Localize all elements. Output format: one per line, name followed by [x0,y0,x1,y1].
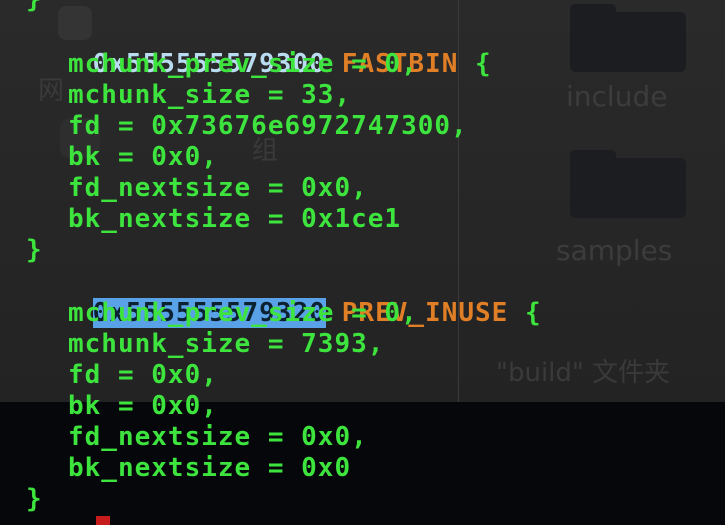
prompt-fragment [96,516,110,525]
chunk-field: fd_nextsize = 0x0, [68,173,368,203]
chunk-field: bk = 0x0, [68,391,218,421]
closing-brace: } [26,484,43,514]
chunk-field: mchunk_size = 33, [68,80,352,110]
chunk-field: fd = 0x0, [68,360,218,390]
closing-brace: } [26,0,43,15]
chunk-field: fd = 0x73676e6972747300, [68,111,468,141]
chunk-field: bk_nextsize = 0x0 [68,453,352,483]
chunk-field: mchunk_size = 7393, [68,329,385,359]
terminal-output[interactable]: } 0x555555579300FASTBIN { mchunk_prev_si… [0,0,725,525]
chunk-field: bk = 0x0, [68,142,218,172]
opening-brace: { [475,49,492,79]
chunk-header: 0x555555579320 PREV_INUSE { [26,267,542,328]
chunk-field: fd_nextsize = 0x0, [68,422,368,452]
chunk-field: bk_nextsize = 0x1ce1 [68,204,402,234]
chunk-field: mchunk_prev_size = 0, [68,298,418,328]
chunk-field: mchunk_prev_size = 0, [68,49,418,79]
closing-brace: } [26,235,43,265]
chunk-header: 0x555555579300 FASTBIN { [26,18,492,79]
opening-brace: { [524,298,542,328]
